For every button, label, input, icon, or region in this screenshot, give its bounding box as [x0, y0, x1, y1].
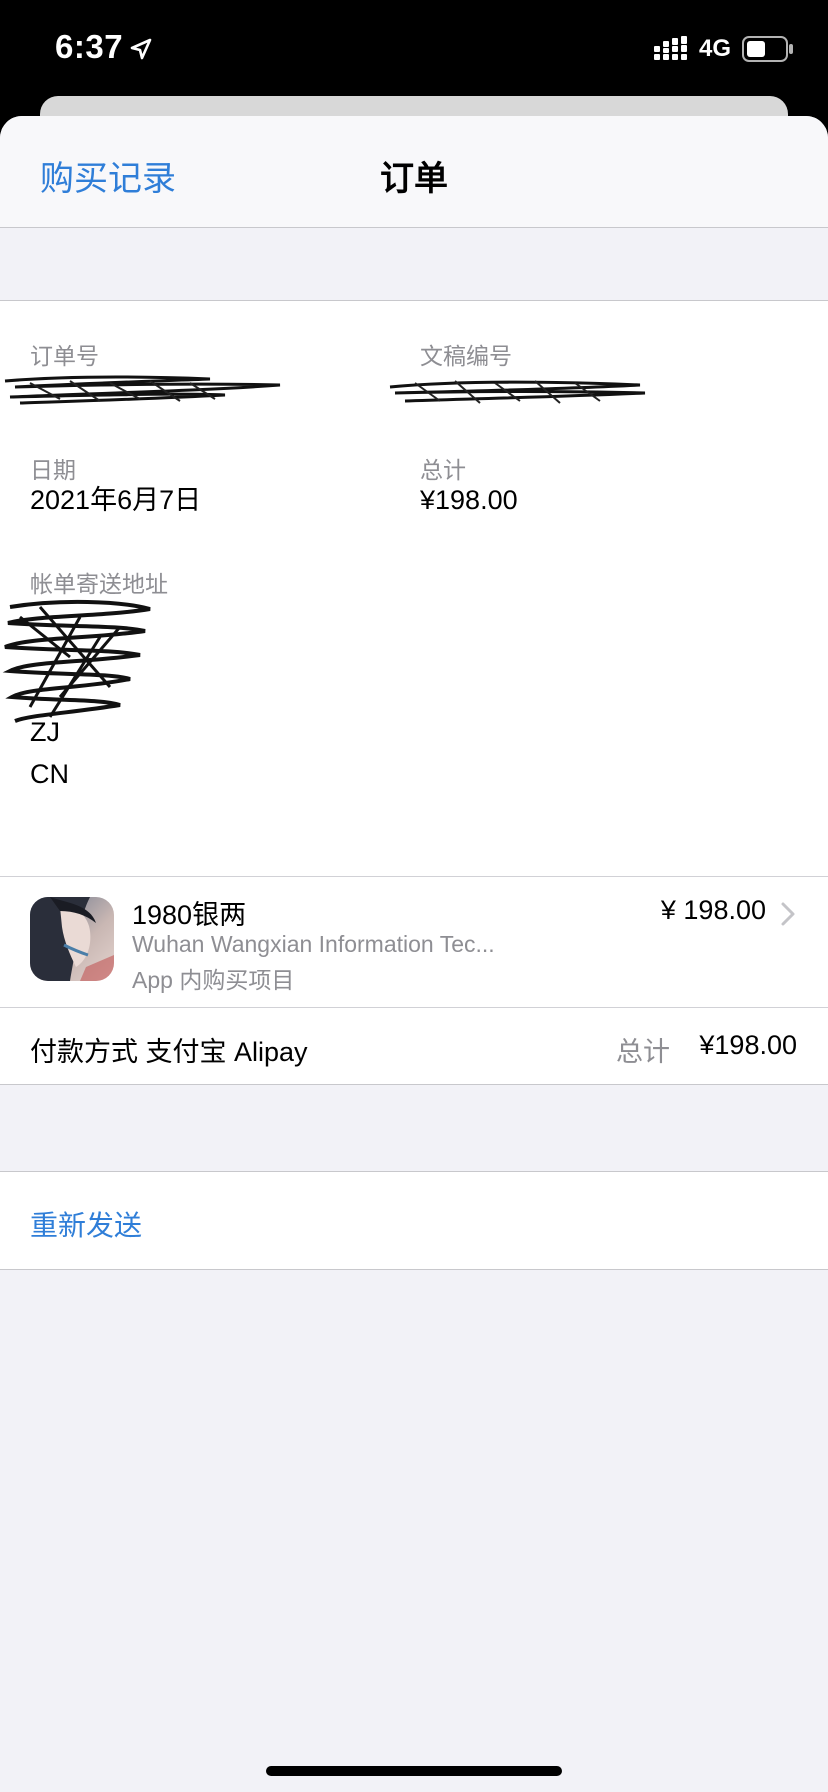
navigation-bar: 购买记录 订单: [0, 116, 828, 228]
app-icon: [30, 897, 114, 981]
payment-method: 付款方式 支付宝 Alipay: [30, 1037, 308, 1067]
item-price: ¥ 198.00: [660, 895, 766, 925]
order-sheet: 购买记录 订单 订单号 文稿编号 日期 2021年6月7日 总计 ¥198.00…: [0, 116, 828, 1792]
order-details-section: 订单号 文稿编号 日期 2021年6月7日 总计 ¥198.00 帐单寄送地址 …: [0, 300, 828, 876]
chevron-right-icon: [781, 902, 795, 926]
address-line-region: ZJ: [30, 717, 60, 747]
item-developer: Wuhan Wangxian Information Tec...: [132, 931, 495, 957]
purchase-item-row[interactable]: 1980银两 Wuhan Wangxian Information Tec...…: [0, 876, 828, 1007]
redacted-address: [2, 599, 151, 723]
billing-address-label: 帐单寄送地址: [30, 571, 168, 597]
order-id-label: 订单号: [30, 343, 99, 369]
location-arrow-icon: [130, 38, 152, 60]
resend-row: 重新发送: [0, 1171, 828, 1270]
home-indicator[interactable]: [266, 1766, 562, 1776]
network-type: 4G: [699, 35, 732, 62]
payment-row: 付款方式 支付宝 Alipay 总计 ¥198.00: [0, 1007, 828, 1085]
signal-bars-icon: [654, 36, 687, 60]
status-time: 6:37: [55, 28, 124, 65]
payment-total-value: ¥198.00: [699, 1030, 797, 1060]
date-value: 2021年6月7日: [30, 485, 202, 515]
item-name: 1980银两: [132, 900, 247, 930]
total-value: ¥198.00: [420, 485, 518, 515]
resend-button[interactable]: 重新发送: [30, 1204, 142, 1244]
redacted-order-id: [4, 375, 281, 405]
payment-total-label: 总计: [616, 1037, 670, 1067]
item-type: App 内购买项目: [132, 967, 295, 993]
page-title: 订单: [380, 160, 448, 198]
document-id-label: 文稿编号: [420, 343, 512, 369]
battery-icon: [742, 36, 793, 62]
address-line-country: CN: [30, 759, 69, 789]
status-bar: 6:37 4G: [0, 0, 828, 100]
